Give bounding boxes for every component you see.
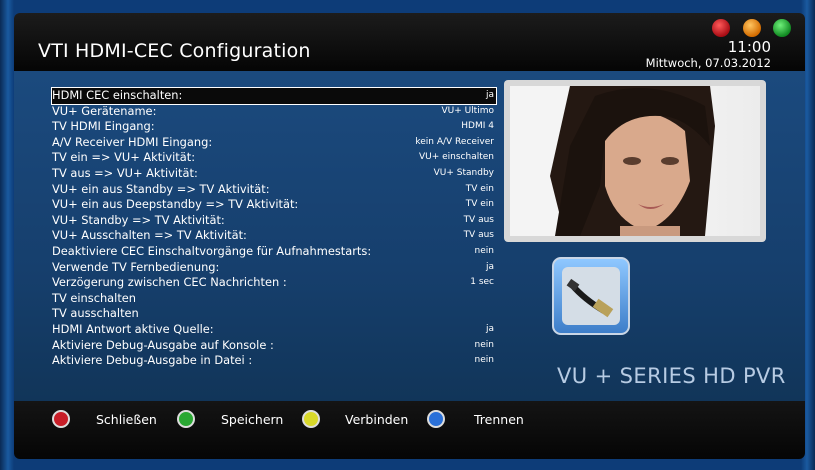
page-title: VTI HDMI-CEC Configuration [38, 40, 311, 62]
setting-value[interactable]: 1 sec [470, 275, 494, 291]
setting-row[interactable]: Verwende TV Fernbedienung: ja [52, 260, 496, 276]
setting-value[interactable]: nein [475, 244, 494, 260]
tv-preview-frame [504, 80, 766, 242]
setting-value[interactable]: kein A/V Receiver [415, 135, 494, 151]
setting-label: VU+ ein aus Standby => TV Aktivität: [52, 181, 270, 196]
setting-value[interactable]: VU+ einschalten [419, 150, 494, 166]
setting-row[interactable]: Verzögerung zwischen CEC Nachrichten : 1 … [52, 275, 496, 291]
setting-row[interactable]: TV ein => VU+ Aktivität: VU+ einschalten [52, 150, 496, 166]
setting-value[interactable]: TV aus [464, 228, 494, 244]
orange-light-icon [743, 19, 761, 37]
setting-value[interactable]: nein [475, 338, 494, 354]
setting-row[interactable]: VU+ Ausschalten => TV Aktivität: TV aus [52, 228, 496, 244]
setting-label: HDMI Antwort aktive Quelle: [52, 321, 214, 336]
setting-row[interactable]: VU+ ein aus Deepstandby => TV Aktivität:… [52, 197, 496, 213]
save-button[interactable]: Speichern [221, 412, 283, 427]
setting-label: Verwende TV Fernbedienung: [52, 259, 220, 274]
setting-value[interactable]: nein [475, 353, 494, 369]
green-light-icon [773, 19, 791, 37]
clock: 11:00 [727, 38, 771, 56]
setting-value[interactable]: TV ein [466, 182, 494, 198]
blue-key-icon[interactable] [427, 410, 445, 428]
setting-label: TV einschalten [52, 290, 137, 305]
setting-row[interactable]: TV aus => VU+ Aktivität: VU+ Standby [52, 166, 496, 182]
button-bar [14, 401, 805, 459]
setting-value[interactable]: ja [486, 322, 494, 338]
setting-value[interactable]: TV aus [464, 213, 494, 229]
setting-label: Deaktiviere CEC Einschaltvorgänge für Au… [52, 243, 372, 258]
setting-label: Aktiviere Debug-Ausgabe auf Konsole : [52, 337, 274, 352]
setting-row[interactable]: TV ausschalten [52, 306, 496, 322]
close-button[interactable]: Schließen [96, 412, 157, 427]
setting-label: A/V Receiver HDMI Eingang: [52, 134, 213, 149]
red-light-icon [712, 19, 730, 37]
setting-row[interactable]: HDMI CEC einschalten: ja [51, 87, 497, 105]
setting-label: VU+ ein aus Deepstandby => TV Aktivität: [52, 197, 299, 212]
setting-row[interactable]: Aktiviere Debug-Ausgabe auf Konsole : nei… [52, 338, 496, 354]
hdmi-cable-icon-shape [562, 267, 620, 325]
setting-value[interactable]: ja [486, 260, 494, 276]
green-key-icon[interactable] [177, 410, 195, 428]
hdmi-cable-icon [552, 257, 630, 335]
tv-preview-image [510, 86, 760, 236]
red-key-icon[interactable] [52, 410, 70, 428]
connect-button[interactable]: Verbinden [345, 412, 408, 427]
setting-label: VU+ Gerätename: [52, 103, 157, 118]
settings-list: HDMI CEC einschalten: ja VU+ Gerätename: VU… [51, 87, 497, 369]
setting-row[interactable]: Aktiviere Debug-Ausgabe in Datei : nein [52, 353, 496, 369]
yellow-key-icon[interactable] [302, 410, 320, 428]
portrait-icon [550, 86, 715, 236]
setting-row[interactable]: A/V Receiver HDMI Eingang: kein A/V Recei… [52, 135, 496, 151]
setting-label: HDMI CEC einschalten: [52, 88, 183, 102]
setting-row[interactable]: TV einschalten [52, 291, 496, 307]
setting-value[interactable]: HDMI 4 [461, 119, 494, 135]
setting-label: Aktiviere Debug-Ausgabe in Datei : [52, 353, 253, 368]
disconnect-button[interactable]: Trennen [474, 412, 524, 427]
setting-label: Verzögerung zwischen CEC Nachrichten : [52, 275, 287, 290]
date: Mittwoch, 07.03.2012 [645, 56, 771, 70]
setting-label: TV ausschalten [52, 306, 139, 321]
setting-row[interactable]: HDMI Antwort aktive Quelle: ja [52, 322, 496, 338]
setting-label: VU+ Ausschalten => TV Aktivität: [52, 228, 247, 243]
setting-row[interactable]: VU+ ein aus Standby => TV Aktivität: TV e… [52, 182, 496, 198]
setting-label: TV aus => VU+ Aktivität: [52, 165, 198, 180]
setting-value[interactable]: ja [486, 88, 494, 104]
setting-label: VU+ Standby => TV Aktivität: [52, 212, 225, 227]
setting-value[interactable]: VU+ Standby [434, 166, 494, 182]
setting-row[interactable]: VU+ Gerätename: VU+ Ultimo [52, 104, 496, 120]
setting-label: TV HDMI Eingang: [52, 119, 155, 134]
setting-row[interactable]: VU+ Standby => TV Aktivität: TV aus [52, 213, 496, 229]
setting-row[interactable]: Deaktiviere CEC Einschaltvorgänge für Au… [52, 244, 496, 260]
setting-value[interactable]: TV ein [466, 197, 494, 213]
setting-row[interactable]: TV HDMI Eingang: HDMI 4 [52, 119, 496, 135]
brand-label: VU + SERIES HD PVR [557, 364, 786, 388]
setting-label: TV ein => VU+ Aktivität: [52, 150, 196, 165]
setting-value[interactable]: VU+ Ultimo [441, 104, 494, 120]
